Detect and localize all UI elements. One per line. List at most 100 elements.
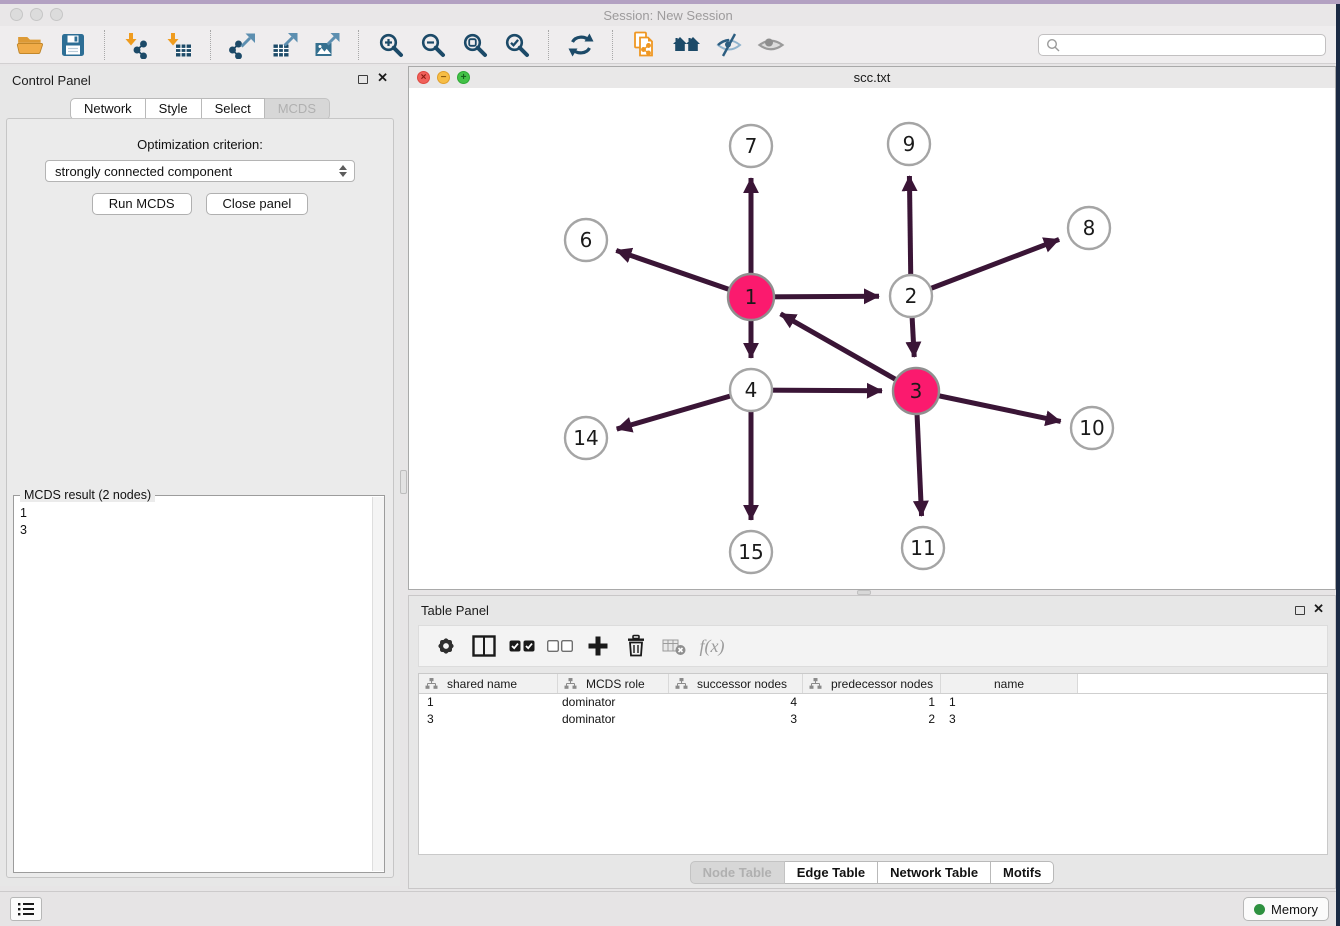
toolbar-separator: [358, 30, 360, 60]
control-panel-tabs: NetworkStyleSelectMCDS: [0, 98, 400, 120]
column-header-mcds-role[interactable]: MCDS role: [558, 674, 669, 693]
column-label: MCDS role: [586, 677, 645, 691]
node-label-6: 6: [580, 228, 593, 252]
table-tab-edge-table[interactable]: Edge Table: [785, 861, 878, 884]
zoom-out-icon[interactable]: [416, 29, 450, 61]
control-panel: Control Panel ✕ NetworkStyleSelectMCDS O…: [0, 66, 400, 886]
export-table-icon[interactable]: [268, 29, 302, 61]
memory-button[interactable]: Memory: [1243, 897, 1329, 921]
desktop-edge-right: [1336, 4, 1340, 926]
result-scrollbar[interactable]: [372, 497, 384, 871]
search-icon: [1046, 38, 1060, 52]
node-label-15: 15: [738, 540, 763, 564]
close-panel-button[interactable]: Close panel: [206, 193, 309, 215]
task-history-button[interactable]: [10, 897, 42, 921]
close-panel-icon[interactable]: ✕: [377, 70, 388, 86]
open-file-icon[interactable]: [14, 29, 48, 61]
table-row[interactable]: 1dominator411: [419, 694, 1327, 711]
tab-style[interactable]: Style: [146, 98, 202, 120]
table-toolbar: f(x): [418, 625, 1328, 667]
toolbar-separator: [612, 30, 614, 60]
delete-table-icon[interactable]: [655, 630, 693, 662]
save-session-icon[interactable]: [56, 29, 90, 61]
column-header-shared-name[interactable]: shared name: [419, 674, 558, 693]
edge-2-8[interactable]: [911, 239, 1059, 296]
column-header-predecessor-nodes[interactable]: predecessor nodes: [803, 674, 941, 693]
delete-column-trash-icon[interactable]: [617, 630, 655, 662]
session-title: Session: New Session: [0, 8, 1336, 23]
deselect-all-icon[interactable]: [541, 630, 579, 662]
main-area: Control Panel ✕ NetworkStyleSelectMCDS O…: [0, 64, 1336, 892]
cell-shared-name[interactable]: 1: [419, 694, 558, 711]
table-tab-network-table[interactable]: Network Table: [878, 861, 991, 884]
column-label: name: [994, 677, 1024, 691]
export-network-icon[interactable]: [226, 29, 260, 61]
node-table-header: shared name MCDS role successor nodes prede…: [419, 674, 1327, 694]
network-view-window: × − + scc.txt 1234678910111415: [408, 66, 1336, 590]
criterion-select[interactable]: strongly connected component: [45, 160, 355, 182]
desktop-edge-top: [0, 0, 1340, 4]
cell-successor-nodes[interactable]: 4: [669, 694, 803, 711]
cell-name[interactable]: 3: [941, 711, 1078, 728]
node-label-11: 11: [910, 536, 935, 560]
column-header-name[interactable]: name: [941, 674, 1078, 693]
vertical-splitter[interactable]: [400, 66, 408, 590]
network-canvas[interactable]: 1234678910111415: [409, 88, 1335, 589]
first-neighbors-icon[interactable]: [670, 29, 704, 61]
table-panel-title: Table Panel: [421, 603, 489, 618]
refresh-view-icon[interactable]: [564, 29, 598, 61]
function-builder-icon[interactable]: f(x): [693, 630, 731, 662]
table-tab-motifs[interactable]: Motifs: [991, 861, 1054, 884]
mcds-panel: Optimization criterion: strongly connect…: [6, 118, 394, 878]
export-image-icon[interactable]: [310, 29, 344, 61]
column-type-icon: [425, 678, 438, 690]
zoom-in-icon[interactable]: [374, 29, 408, 61]
import-table-icon[interactable]: [162, 29, 196, 61]
table-float-panel-icon[interactable]: [1295, 606, 1305, 615]
hide-selected-eye-icon[interactable]: [712, 29, 746, 61]
show-columns-icon[interactable]: [465, 630, 503, 662]
criterion-value: strongly connected component: [55, 164, 232, 179]
tab-mcds[interactable]: MCDS: [265, 98, 330, 120]
new-network-from-selection-icon[interactable]: [628, 29, 662, 61]
column-header-successor-nodes[interactable]: successor nodes: [669, 674, 803, 693]
toolbar-separator: [210, 30, 212, 60]
import-network-icon[interactable]: [120, 29, 154, 61]
show-all-eye-icon[interactable]: [754, 29, 788, 61]
toolbar-separator: [104, 30, 106, 60]
column-label: successor nodes: [697, 677, 787, 691]
select-all-icon[interactable]: [503, 630, 541, 662]
tab-select[interactable]: Select: [202, 98, 265, 120]
node-label-2: 2: [905, 284, 918, 308]
search-box[interactable]: [1038, 34, 1326, 56]
cell-shared-name[interactable]: 3: [419, 711, 558, 728]
column-type-icon: [675, 678, 688, 690]
fit-content-icon[interactable]: [458, 29, 492, 61]
cell-mcds-role[interactable]: dominator: [558, 711, 669, 728]
cell-predecessor-nodes[interactable]: 1: [803, 694, 941, 711]
table-tab-node-table[interactable]: Node Table: [690, 861, 785, 884]
float-panel-icon[interactable]: [358, 75, 368, 84]
table-panel: Table Panel ✕ f(x) shared nameMCDS roles…: [408, 595, 1336, 889]
cell-name[interactable]: 1: [941, 694, 1078, 711]
toolbar-separator: [548, 30, 550, 60]
run-mcds-button[interactable]: Run MCDS: [92, 193, 192, 215]
table-settings-gear-icon[interactable]: [427, 630, 465, 662]
zoom-selected-icon[interactable]: [500, 29, 534, 61]
table-close-panel-icon[interactable]: ✕: [1313, 601, 1324, 617]
splitter-handle[interactable]: [400, 470, 407, 494]
cell-predecessor-nodes[interactable]: 2: [803, 711, 941, 728]
cell-successor-nodes[interactable]: 3: [669, 711, 803, 728]
search-input[interactable]: [1065, 37, 1318, 53]
mcds-result-group: MCDS result (2 nodes) 1 3: [13, 495, 385, 873]
table-row[interactable]: 3dominator323: [419, 711, 1327, 728]
network-graph[interactable]: 1234678910111415: [409, 88, 1335, 589]
network-window-titlebar: × − + scc.txt: [409, 67, 1335, 89]
tab-network[interactable]: Network: [70, 98, 146, 120]
node-label-8: 8: [1083, 216, 1096, 240]
cell-mcds-role[interactable]: dominator: [558, 694, 669, 711]
add-column-icon[interactable]: [579, 630, 617, 662]
node-label-14: 14: [573, 426, 598, 450]
mcds-result-area[interactable]: 1 3: [14, 496, 384, 872]
status-bar: Memory: [0, 891, 1336, 926]
